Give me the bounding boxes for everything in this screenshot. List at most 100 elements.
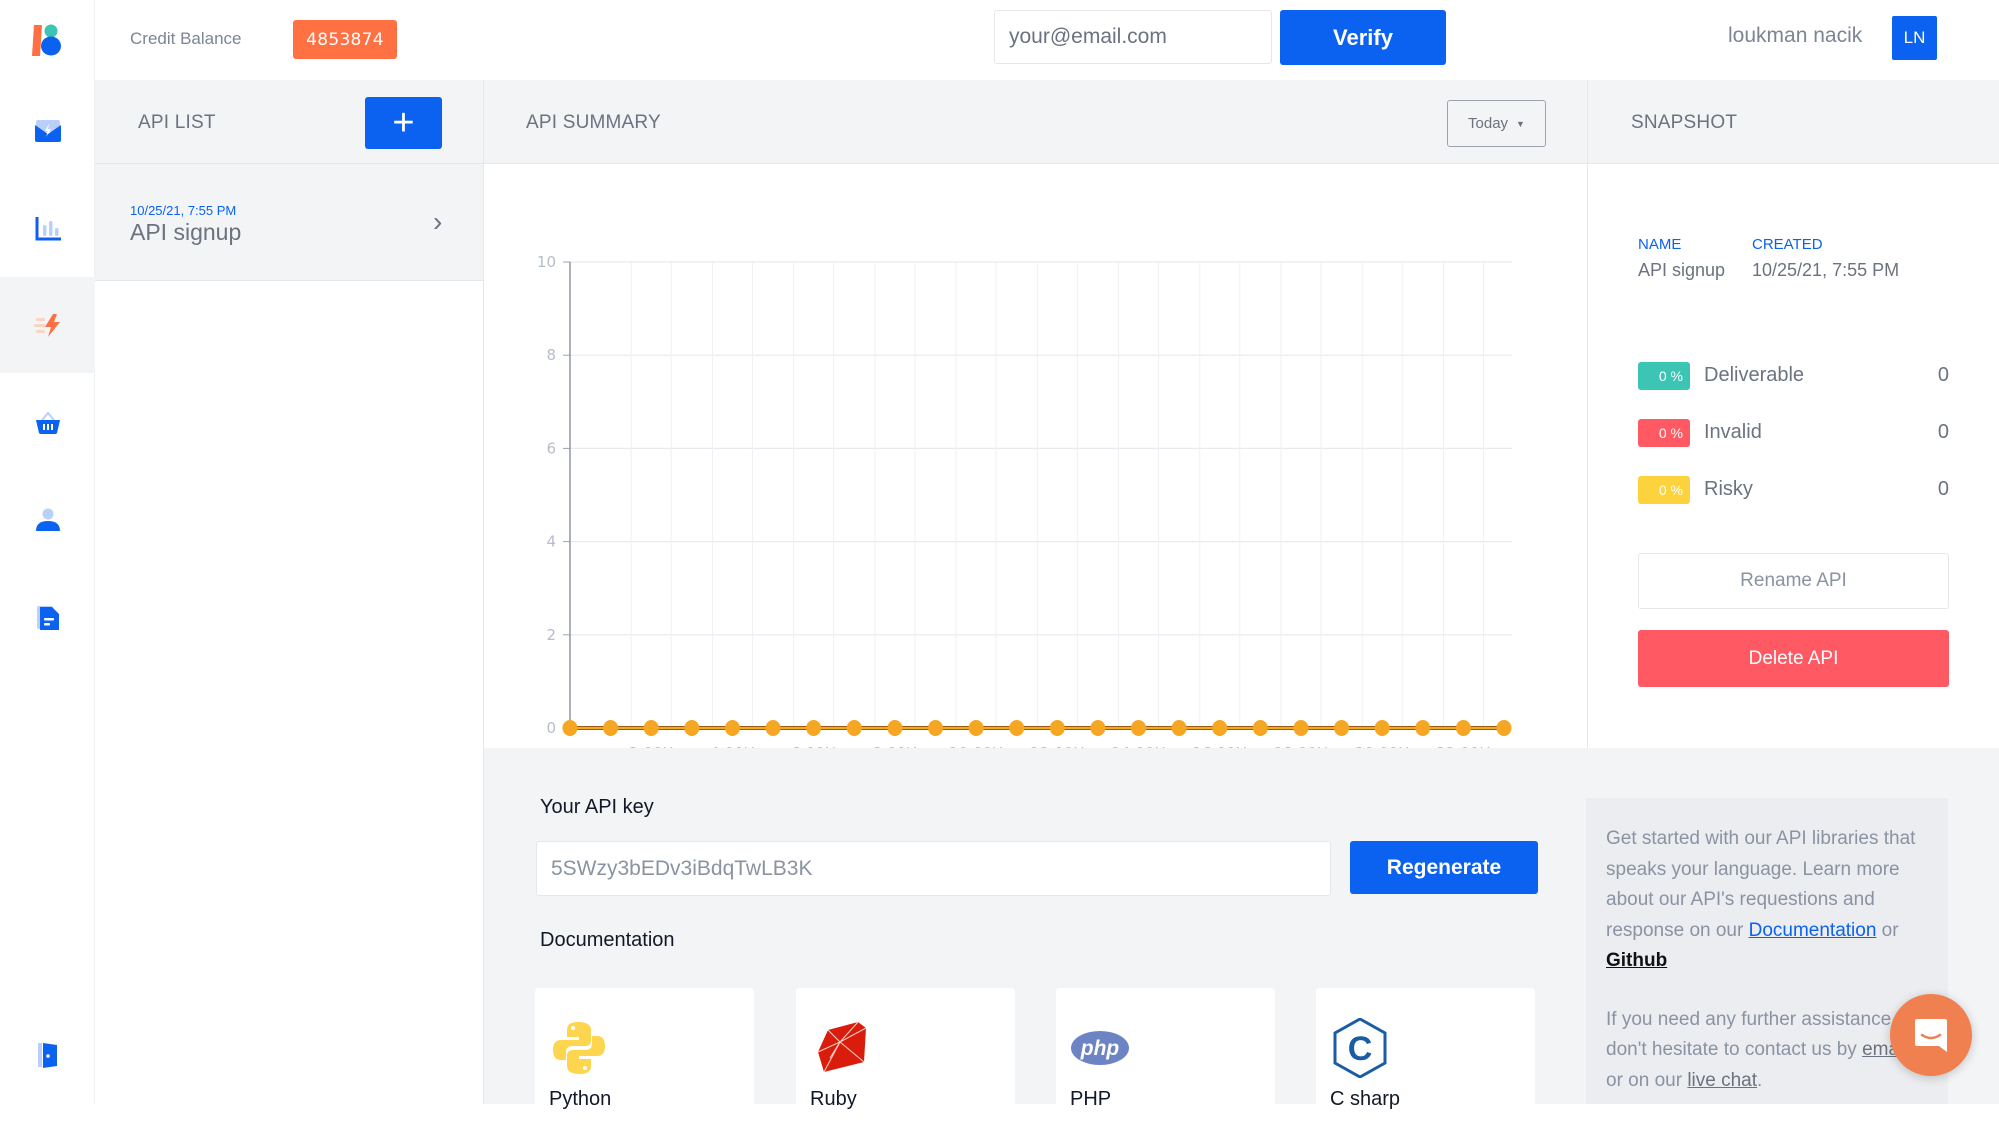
sidebar-item-logout[interactable] (0, 1007, 95, 1103)
python-logo-icon (553, 1022, 605, 1074)
help-text: or (1876, 919, 1899, 941)
sidebar-item-api[interactable] (0, 277, 95, 373)
svg-text:php: php (1080, 1037, 1120, 1060)
date-range-select[interactable]: Today ▼ (1447, 100, 1546, 147)
stat-row-deliverable: 0 % Deliverable 0 (1638, 362, 1949, 390)
data-point (887, 720, 903, 736)
api-item-date: 10/25/21, 7:55 PM (130, 203, 237, 218)
sidebar-item-documents[interactable] (0, 570, 95, 666)
invalid-count: 0 (1937, 421, 1949, 443)
chat-widget-button[interactable] (1890, 994, 1972, 1076)
data-point (1131, 720, 1147, 736)
bolt-icon (33, 314, 60, 337)
api-summary-panel: API SUMMARY Today ▼ 02468102:00H4:00H6:0… (484, 80, 1588, 748)
data-point (846, 720, 862, 736)
sidebar-item-analytics[interactable] (0, 180, 95, 276)
sidebar-item-shop[interactable] (0, 375, 95, 471)
data-point (1374, 720, 1390, 736)
snapshot-created-value: 10/25/21, 7:55 PM (1752, 260, 1900, 280)
credit-balance-label: Credit Balance (130, 29, 242, 48)
y-tick-label: 2 (546, 626, 556, 644)
api-list-title: API LIST (138, 112, 216, 133)
date-range-value: Today (1468, 115, 1509, 132)
doc-card-python-label: Python (549, 1088, 612, 1110)
caret-down-icon: ▼ (1516, 118, 1525, 129)
api-key-label: Your API key (540, 796, 654, 818)
documentation-link[interactable]: Documentation (1749, 920, 1877, 941)
doc-card-csharp-label: C sharp (1330, 1088, 1401, 1110)
data-point (1252, 720, 1268, 736)
github-link[interactable]: Github (1606, 950, 1667, 971)
delete-api-button[interactable]: Delete API (1638, 630, 1949, 687)
deliverable-percent-badge: 0 % (1638, 362, 1690, 390)
csharp-logo-icon: C (1333, 1018, 1387, 1078)
help-paragraph-libraries: Get started with our API libraries that … (1606, 824, 1928, 977)
doc-card-python[interactable]: Python (535, 988, 754, 1128)
chat-bubble-icon (1915, 1019, 1947, 1052)
api-key-section: Your API key Regenerate Documentation Py… (484, 748, 1999, 1128)
data-point (1415, 720, 1431, 736)
data-point (603, 720, 619, 736)
email-input[interactable] (994, 10, 1272, 64)
sidebar-item-account[interactable] (0, 472, 95, 568)
data-point (927, 720, 943, 736)
data-point (1496, 720, 1512, 736)
php-logo-icon: php (1071, 1031, 1129, 1065)
data-point (806, 720, 822, 736)
door-exit-icon (37, 1043, 57, 1068)
api-usage-chart: 02468102:00H4:00H6:00H8:00H10:00H12:00H1… (537, 253, 1512, 748)
app-logo[interactable] (32, 22, 64, 58)
snapshot-panel: SNAPSHOT NAME API signup CREATED 10/25/2… (1588, 80, 1999, 748)
data-point (1090, 720, 1106, 736)
help-text: or on our (1606, 1069, 1688, 1091)
data-point (765, 720, 781, 736)
deliverable-label: Deliverable (1704, 364, 1805, 386)
document-icon (36, 606, 59, 630)
avatar[interactable]: LN (1892, 16, 1937, 60)
data-point (643, 720, 659, 736)
data-point (1171, 720, 1187, 736)
api-key-input[interactable] (536, 841, 1331, 896)
help-text: If you need any further assistance, don'… (1606, 1008, 1897, 1061)
svg-text:C: C (1348, 1030, 1373, 1068)
snapshot-name-label: NAME (1638, 236, 1682, 253)
doc-card-php-label: PHP (1070, 1088, 1112, 1110)
chevron-right-icon: › (433, 206, 443, 237)
help-paragraph-contact: If you need any further assistance, don'… (1606, 1005, 1928, 1097)
user-name[interactable]: loukman nacik (1728, 24, 1862, 48)
deliverable-count: 0 (1937, 364, 1949, 386)
api-list-panel: API LIST + 10/25/21, 7:55 PM API signup … (95, 80, 484, 1104)
verify-button[interactable]: Verify (1280, 10, 1446, 65)
api-list-header: API LIST + (95, 80, 483, 164)
rename-api-button[interactable]: Rename API (1638, 553, 1949, 609)
credit-balance-value: 4853874 (293, 20, 397, 59)
risky-percent-badge: 0 % (1638, 476, 1690, 504)
ruby-logo-icon (817, 1021, 867, 1073)
live-chat-link[interactable]: live chat (1687, 1070, 1757, 1091)
data-point (1049, 720, 1065, 736)
api-list-item[interactable]: 10/25/21, 7:55 PM API signup › (95, 164, 483, 281)
invalid-percent-badge: 0 % (1638, 419, 1690, 447)
snapshot-title: SNAPSHOT (1631, 112, 1738, 133)
api-summary-title: API SUMMARY (526, 112, 661, 133)
data-point (684, 720, 700, 736)
api-summary-header: API SUMMARY Today ▼ (484, 80, 1587, 164)
help-box: Get started with our API libraries that … (1586, 798, 1948, 1104)
data-point (724, 720, 740, 736)
doc-card-csharp[interactable]: C C sharp (1316, 988, 1535, 1128)
y-tick-label: 8 (546, 346, 556, 364)
snapshot-name-value: API signup (1638, 260, 1726, 280)
risky-label: Risky (1704, 478, 1753, 500)
documentation-label: Documentation (540, 929, 675, 951)
add-api-button[interactable]: + (365, 97, 442, 149)
invalid-label: Invalid (1704, 421, 1762, 443)
doc-card-ruby-label: Ruby (810, 1088, 857, 1110)
risky-count: 0 (1937, 478, 1949, 500)
doc-card-ruby[interactable]: Ruby (796, 988, 1015, 1128)
basket-icon (35, 411, 60, 434)
sidebar-item-email-verify[interactable] (0, 82, 95, 178)
doc-card-php[interactable]: php PHP (1056, 988, 1275, 1128)
data-point (1334, 720, 1350, 736)
regenerate-button[interactable]: Regenerate (1350, 841, 1538, 894)
y-tick-label: 0 (546, 719, 556, 737)
